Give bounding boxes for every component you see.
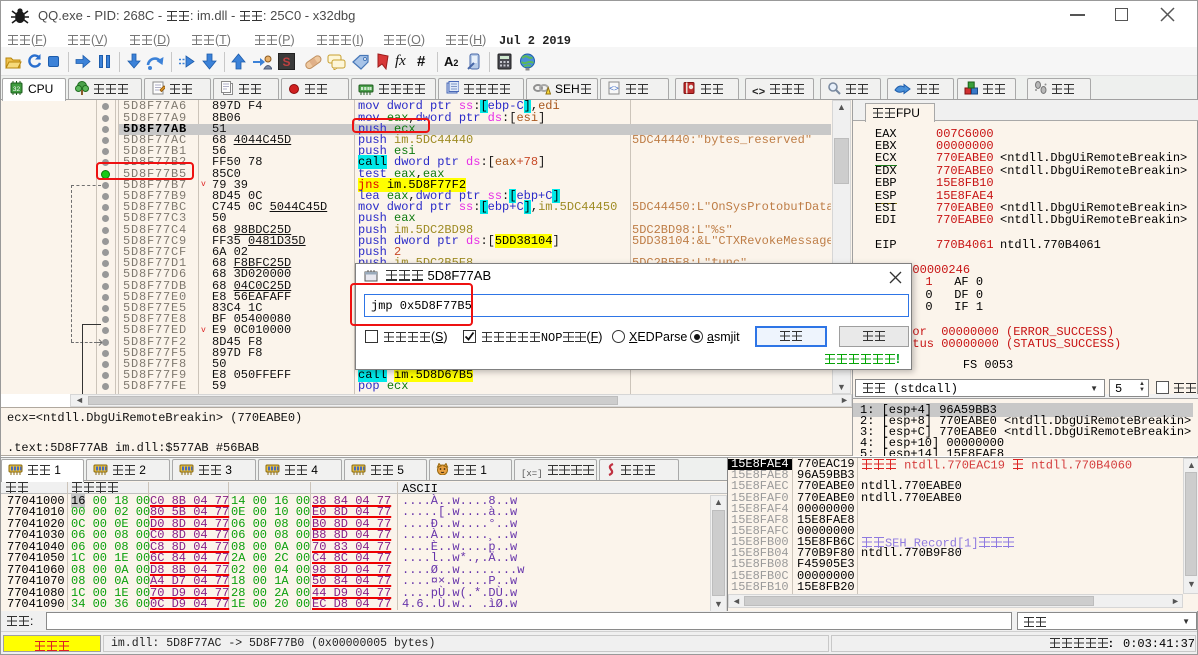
svg-text:32: 32 — [13, 86, 21, 93]
svg-text:<>: <> — [609, 85, 619, 94]
